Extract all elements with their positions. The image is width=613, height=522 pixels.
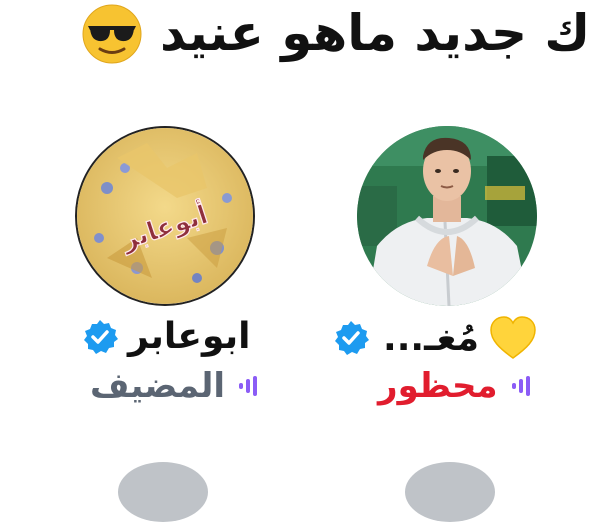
- blocked-role-row: محظور: [378, 366, 530, 406]
- next-row-avatar-left[interactable]: [118, 462, 208, 522]
- avatar-blocked[interactable]: [357, 126, 537, 306]
- blocked-name-row: مُغـ...: [333, 316, 537, 360]
- host-name-row: ابوعابر: [82, 316, 250, 357]
- avatar-host-image: أبوعابر: [77, 128, 253, 304]
- space-title: ك جديد ماهو عنيد: [82, 0, 613, 70]
- host-name: ابوعابر: [128, 316, 251, 357]
- audio-level-icon: [239, 375, 258, 397]
- avatar-host[interactable]: أبوعابر: [75, 126, 255, 306]
- yellow-heart-icon: [490, 316, 536, 359]
- blocked-role-label: محظور: [378, 366, 498, 406]
- verified-badge-icon: [84, 319, 118, 354]
- next-row-avatar-right[interactable]: [405, 462, 495, 522]
- audio-level-icon: [511, 375, 530, 397]
- host-role-row: المضيف: [90, 366, 258, 406]
- blocked-name: مُغـ...: [383, 317, 479, 359]
- title-text: ك جديد ماهو عنيد: [160, 4, 591, 62]
- sunglasses-emoji-icon: [82, 4, 142, 64]
- host-role-label: المضيف: [90, 366, 226, 406]
- avatar-blocked-image: [357, 126, 537, 306]
- verified-badge-icon: [335, 321, 369, 355]
